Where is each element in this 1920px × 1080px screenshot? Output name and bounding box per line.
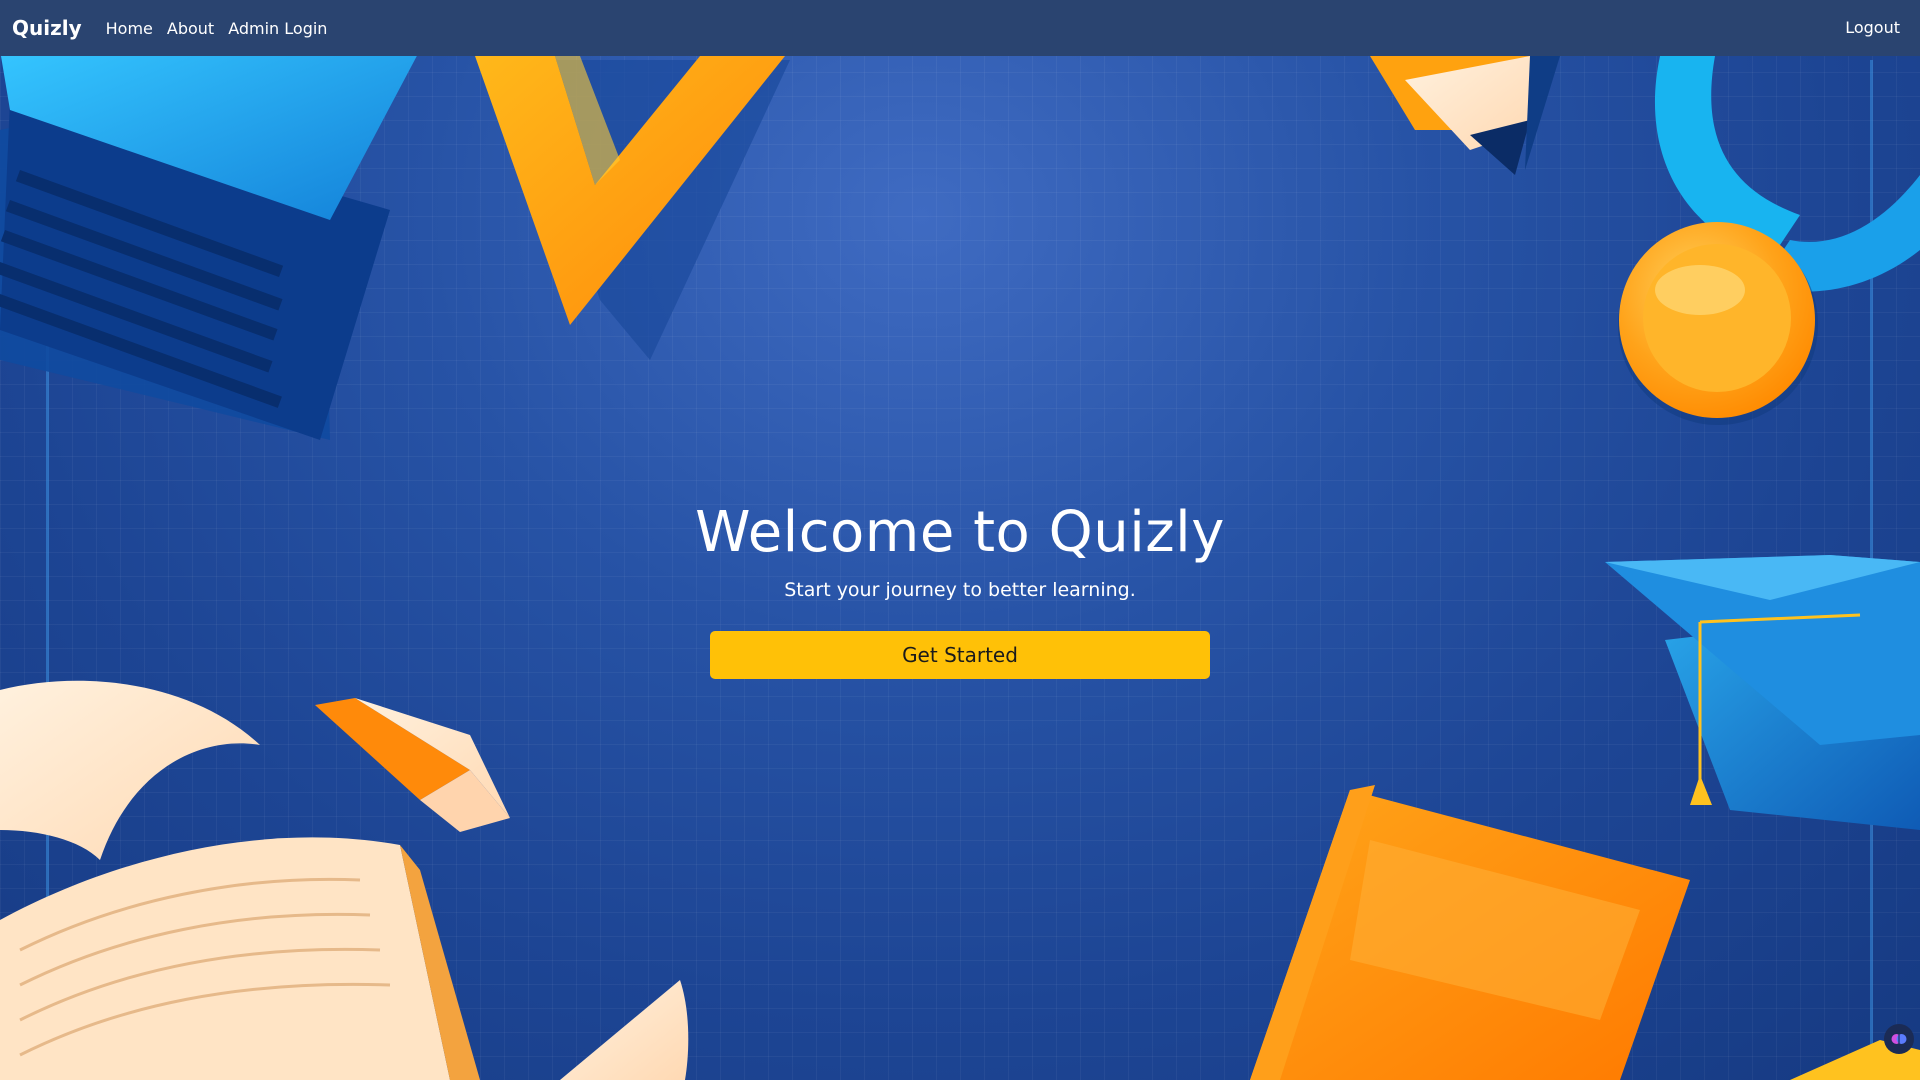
- pencil-illustration: [1370, 56, 1560, 175]
- open-book-illustration: [0, 680, 689, 1080]
- laptop-illustration: [0, 50, 420, 440]
- hero-subtitle: Start your journey to better learning.: [784, 579, 1136, 601]
- brain-icon-glyph: [1891, 1034, 1907, 1044]
- top-navbar: Quizly Home About Admin Login Logout: [0, 0, 1920, 56]
- eraser-illustration: [315, 698, 510, 832]
- nav-links: Home About Admin Login: [92, 19, 328, 38]
- nav-link-about[interactable]: About: [167, 19, 214, 38]
- hero-title: Welcome to Quizly: [695, 500, 1225, 565]
- brain-icon[interactable]: [1884, 1024, 1914, 1054]
- brand-logo[interactable]: Quizly: [12, 16, 82, 40]
- get-started-button[interactable]: Get Started: [710, 631, 1210, 679]
- hero-section: Welcome to Quizly Start your journey to …: [0, 500, 1920, 679]
- nav-link-home[interactable]: Home: [106, 19, 153, 38]
- set-square-illustration: [475, 56, 790, 360]
- medal-illustration: [1618, 56, 1920, 425]
- nav-link-admin-login[interactable]: Admin Login: [228, 19, 327, 38]
- page-root: Quizly Home About Admin Login Logout Wel…: [0, 0, 1920, 1080]
- notebook-illustration: [1250, 785, 1920, 1080]
- logout-link[interactable]: Logout: [1845, 18, 1900, 37]
